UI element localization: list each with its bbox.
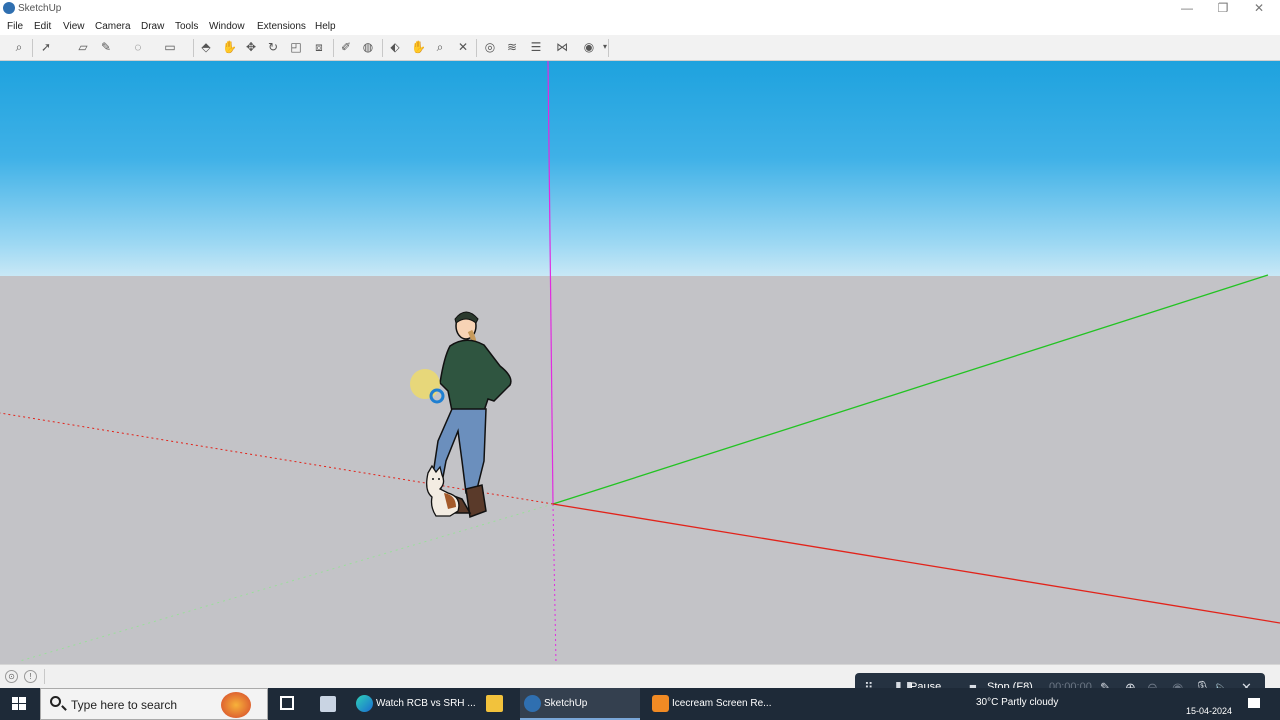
- file-explorer-icon: [486, 695, 503, 712]
- edge-icon: [356, 695, 373, 712]
- modeling-viewport[interactable]: [0, 61, 1280, 664]
- rotate-icon[interactable]: ↻: [266, 40, 280, 54]
- taskbar-item-label: Icecream Screen Re...: [672, 698, 772, 709]
- chevron-down-icon[interactable]: ▾: [598, 40, 612, 54]
- xray-icon[interactable]: ≋: [505, 40, 519, 54]
- cursor-highlight: [410, 369, 440, 399]
- zoom-extents-icon[interactable]: ✕: [456, 40, 470, 54]
- menu-window[interactable]: Window: [209, 21, 245, 32]
- menu-draw[interactable]: Draw: [141, 21, 164, 32]
- sketchup-logo-icon: [3, 2, 15, 14]
- orbit-icon[interactable]: ⬖: [388, 40, 402, 54]
- menu-help[interactable]: Help: [315, 21, 336, 32]
- menu-bar: File Edit View Camera Draw Tools Window …: [0, 18, 1280, 35]
- offset-icon[interactable]: ⧈: [312, 40, 326, 54]
- maximize-button[interactable]: ❐: [1208, 1, 1238, 15]
- search-icon: [50, 696, 61, 707]
- notification-icon[interactable]: [1248, 698, 1260, 708]
- toolbar-separator: [608, 39, 609, 57]
- menu-file[interactable]: File: [7, 21, 23, 32]
- toolbar-separator: [193, 39, 194, 57]
- green-axis-hidden-line: [19, 503, 554, 662]
- search-placeholder: Type here to search: [71, 698, 178, 712]
- window-title: SketchUp: [18, 3, 62, 14]
- weather-text[interactable]: 30°C Partly cloudy: [976, 697, 1058, 708]
- menu-extensions[interactable]: Extensions: [257, 21, 306, 32]
- status-separator: [44, 669, 45, 684]
- zoom-icon[interactable]: ⌕: [433, 40, 447, 54]
- taskbar-item-sketchup[interactable]: SketchUp: [520, 688, 640, 720]
- windows-start-icon[interactable]: [0, 688, 38, 720]
- taskbar: Type here to search Watch RCB vs SRH ...…: [0, 688, 1280, 720]
- taskbar-item-explorer[interactable]: [482, 688, 510, 720]
- close-button[interactable]: ✕: [1244, 1, 1274, 15]
- red-axis-line: [552, 503, 1280, 624]
- protractor-icon[interactable]: ◍: [361, 40, 375, 54]
- rectangle-icon[interactable]: ▭: [163, 40, 177, 54]
- taskbar-item-label: SketchUp: [544, 698, 588, 709]
- layers-icon[interactable]: ☰: [529, 40, 543, 54]
- section-icon[interactable]: ◎: [483, 40, 497, 54]
- menu-view[interactable]: View: [63, 21, 85, 32]
- search-highlight-icon: [221, 692, 251, 718]
- title-bar: SketchUp — ❐ ✕: [0, 0, 1280, 18]
- blue-axis-line: [547, 61, 554, 505]
- follow-me-icon[interactable]: ✋: [222, 40, 237, 54]
- taskbar-item-edge[interactable]: Watch RCB vs SRH ...: [352, 688, 476, 720]
- menu-edit[interactable]: Edit: [34, 21, 51, 32]
- pan-icon[interactable]: ✋: [411, 40, 426, 54]
- axes-layer: [0, 61, 1280, 664]
- select-arrow-icon[interactable]: ➚: [39, 40, 53, 54]
- toolbar: ⌕ ➚ ▱ ✎ ◌ ▭ ⬘ ✋ ✥ ↻ ◰ ⧈ ✐ ◍ ⬖ ✋ ⌕ ✕ ◎ ≋ …: [0, 35, 1280, 61]
- blue-axis-hidden-line: [552, 503, 557, 664]
- toolbar-separator: [333, 39, 334, 57]
- green-axis-line: [552, 274, 1269, 505]
- taskbar-search[interactable]: Type here to search: [40, 688, 268, 720]
- toolbar-separator: [32, 39, 33, 57]
- eraser-icon[interactable]: ▱: [76, 40, 90, 54]
- move-icon[interactable]: ✥: [244, 40, 258, 54]
- toolbar-separator: [476, 39, 477, 57]
- tape-measure-icon[interactable]: ✐: [339, 40, 353, 54]
- styles-icon[interactable]: ⋈: [555, 40, 569, 54]
- pencil-icon[interactable]: ✎: [99, 40, 113, 54]
- scale-icon[interactable]: ◰: [289, 40, 303, 54]
- credits-icon[interactable]: !: [24, 670, 37, 683]
- icecream-icon: [652, 695, 669, 712]
- menu-tools[interactable]: Tools: [175, 21, 198, 32]
- warehouse-icon[interactable]: ◉: [582, 40, 596, 54]
- clapperboard-app-icon[interactable]: [320, 696, 336, 712]
- toolbar-separator: [382, 39, 383, 57]
- shape-icon[interactable]: ◌: [131, 40, 145, 54]
- sketchup-icon: [524, 695, 541, 712]
- menu-camera[interactable]: Camera: [95, 21, 131, 32]
- taskbar-item-icecream[interactable]: Icecream Screen Re...: [648, 688, 772, 720]
- date-text[interactable]: 15-04-2024: [1186, 706, 1232, 716]
- search-icon[interactable]: ⌕: [12, 40, 26, 54]
- taskbar-item-label: Watch RCB vs SRH ...: [376, 698, 476, 709]
- push-pull-icon[interactable]: ⬘: [199, 40, 213, 54]
- task-view-icon[interactable]: [280, 696, 294, 710]
- geolocation-icon[interactable]: ⊙: [5, 670, 18, 683]
- minimize-button[interactable]: —: [1172, 1, 1202, 15]
